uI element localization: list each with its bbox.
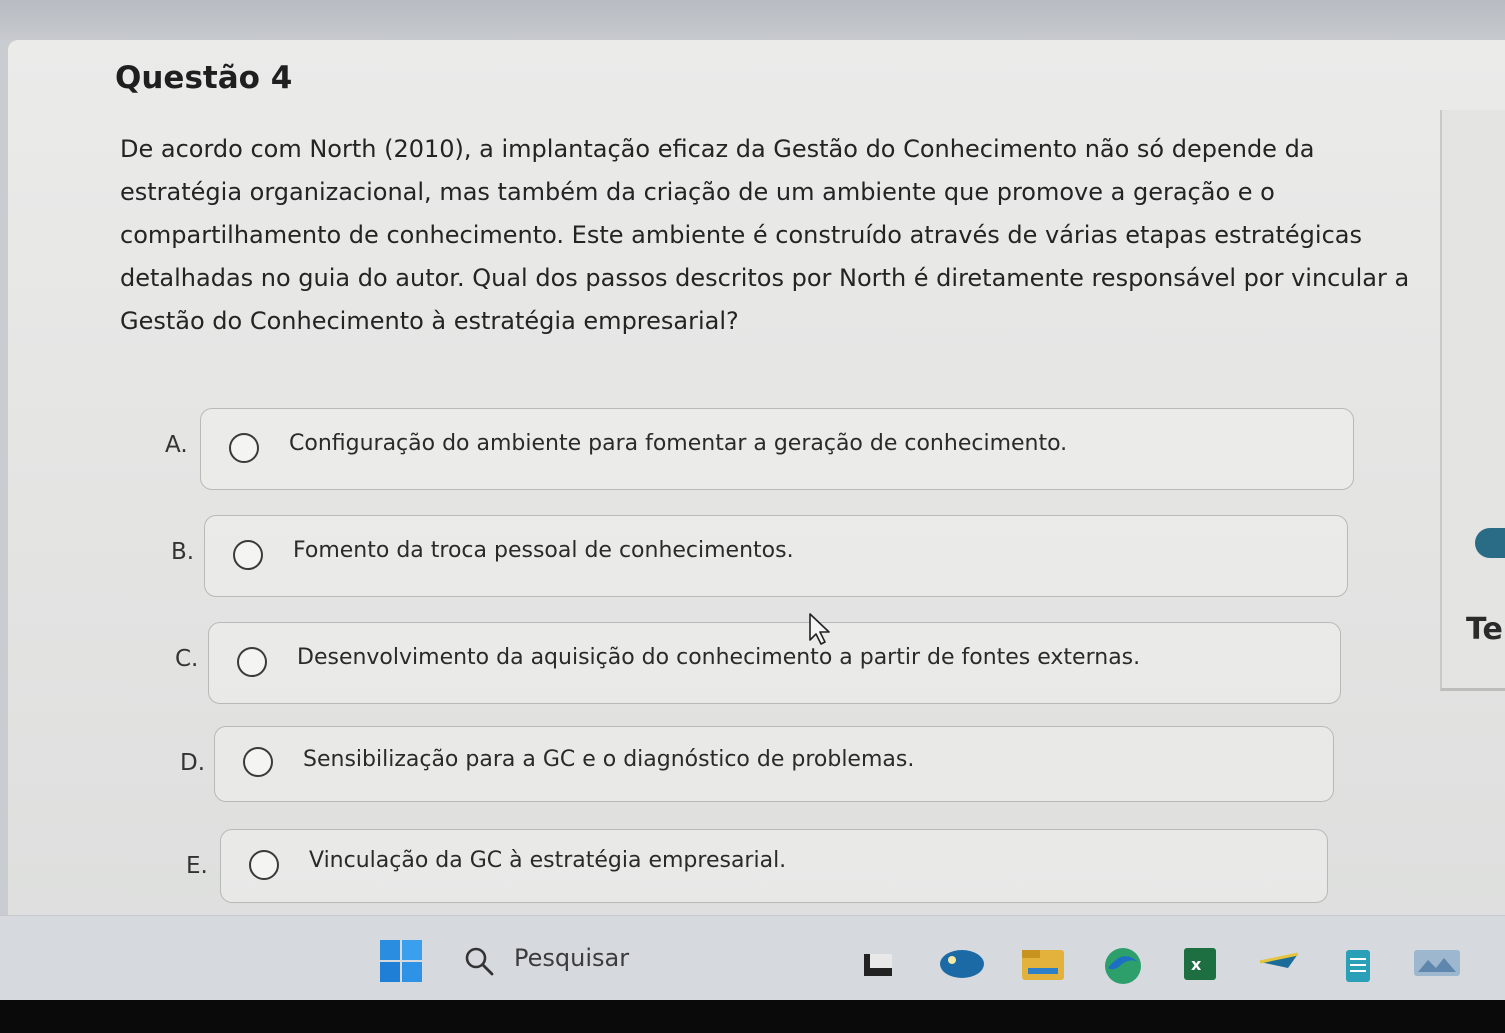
option-d-box[interactable]: Sensibilização para a GC e o diagnóstico…	[214, 726, 1334, 802]
windows-start-icon[interactable]	[380, 940, 422, 982]
mouse-cursor-icon	[809, 613, 830, 645]
option-b-box[interactable]: Fomento da troca pessoal de conhecimento…	[204, 515, 1348, 597]
edge-icon[interactable]	[1100, 946, 1146, 986]
question-text: De acordo com North (2010), a implantaçã…	[120, 135, 1410, 335]
option-letter: A.	[165, 432, 188, 458]
window-app-icon[interactable]	[860, 946, 896, 980]
option-letter: C.	[175, 646, 199, 672]
option-c-box[interactable]: Desenvolvimento da aquisição do conhecim…	[208, 622, 1341, 704]
option-b-row[interactable]: B. Fomento da troca pessoal de conhecime…	[171, 515, 1348, 597]
option-letter: D.	[180, 750, 206, 776]
search-label: Pesquisar	[514, 944, 630, 972]
option-label: Sensibilização para a GC e o diagnóstico…	[303, 747, 915, 772]
screen-bezel	[0, 1000, 1505, 1033]
radio-option-e[interactable]	[249, 850, 279, 880]
option-label: Configuração do ambiente para fomentar a…	[289, 431, 1068, 456]
browser-app-icon[interactable]	[938, 946, 986, 980]
pen-app-icon[interactable]	[1258, 946, 1302, 976]
taskbar-search[interactable]: Pesquisar	[462, 944, 682, 978]
notes-app-icon[interactable]	[1340, 946, 1376, 986]
svg-text:x: x	[1191, 955, 1202, 974]
question-title: Questão 4	[115, 60, 293, 96]
side-panel	[1440, 110, 1505, 691]
option-letter: E.	[186, 853, 208, 879]
side-panel-button[interactable]	[1475, 528, 1505, 558]
option-e-box[interactable]: Vinculação da GC à estratégia empresaria…	[220, 829, 1328, 903]
option-label: Desenvolvimento da aquisição do conhecim…	[297, 645, 1141, 670]
file-explorer-icon[interactable]	[1020, 946, 1066, 982]
search-icon	[465, 947, 494, 976]
option-e-row[interactable]: E. Vinculação da GC à estratégia empresa…	[186, 829, 1328, 909]
option-a-row[interactable]: A. Configuração do ambiente para fomenta…	[165, 408, 1355, 490]
radio-option-b[interactable]	[233, 540, 263, 570]
option-d-row[interactable]: D. Sensibilização para a GC e o diagnóst…	[180, 726, 1334, 806]
option-label: Vinculação da GC à estratégia empresaria…	[309, 848, 787, 873]
browser-top-strip	[0, 0, 1505, 40]
side-panel-text: Te	[1466, 612, 1503, 647]
radio-option-c[interactable]	[237, 647, 267, 677]
option-letter: B.	[171, 539, 195, 565]
image-app-icon[interactable]	[1412, 946, 1462, 980]
option-a-box[interactable]: Configuração do ambiente para fomentar a…	[200, 408, 1354, 490]
radio-option-a[interactable]	[229, 433, 259, 463]
radio-option-d[interactable]	[243, 747, 273, 777]
option-c-row[interactable]: C. Desenvolvimento da aquisição do conhe…	[175, 622, 1341, 704]
option-label: Fomento da troca pessoal de conhecimento…	[293, 538, 794, 563]
excel-icon[interactable]: x	[1180, 946, 1220, 982]
